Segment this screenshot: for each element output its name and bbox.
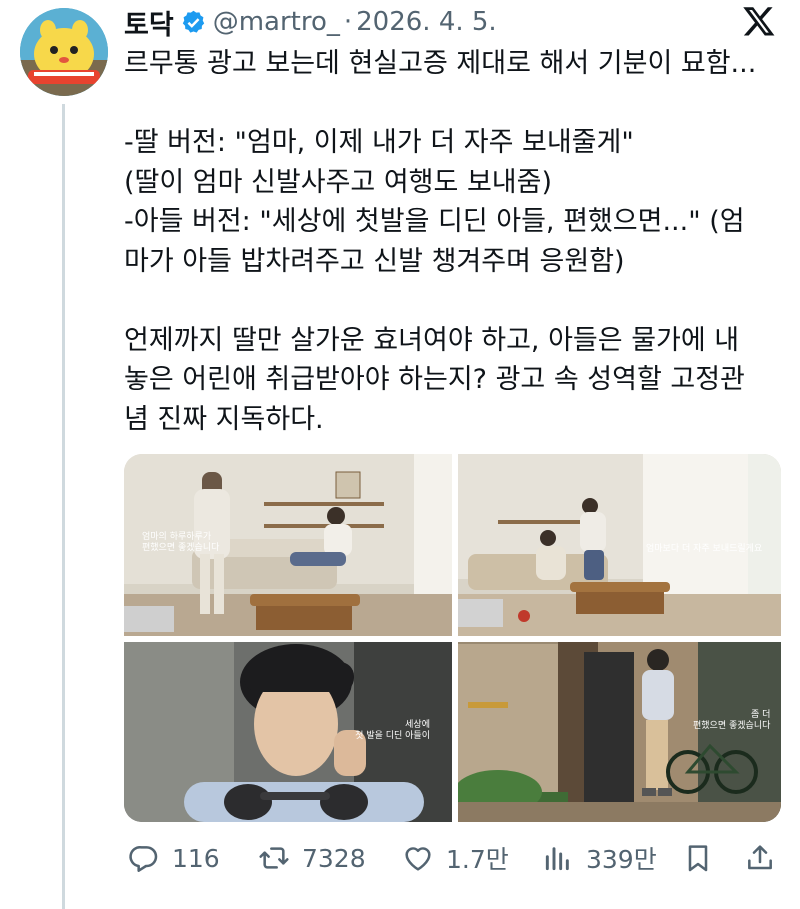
- repost-button[interactable]: 7328: [258, 836, 366, 880]
- tweet-line: -딸 버전: "엄마, 이제 내가 더 자주 보내줄게": [124, 127, 634, 158]
- x-logo-icon: [743, 7, 775, 36]
- view-count: 339만: [586, 845, 657, 874]
- caption-line: 좀 더: [750, 710, 771, 720]
- author-name[interactable]: 토닥: [124, 3, 174, 42]
- bookmark-button[interactable]: [682, 836, 714, 880]
- media-image-4[interactable]: 좀 더 편했으면 좋겠습니다: [458, 642, 781, 822]
- media-caption: 좀 더 편했으면 좋겠습니다: [693, 710, 770, 732]
- media-image-3[interactable]: 세상에 첫 발을 디딘 아들이: [124, 642, 452, 822]
- caption-line: 엄마보다 더 자주 보내드릴게요: [646, 544, 763, 554]
- avatar[interactable]: [20, 8, 108, 96]
- tweet-line: 마가 아들 밥차려주고 신발 챙겨주며 응원함): [124, 245, 625, 277]
- tweet-line: 념 진짜 지독하다.: [124, 403, 324, 435]
- caption-line: 편했으면 좋겠습니다: [142, 543, 220, 553]
- views-icon: [545, 847, 569, 871]
- tweet-line: -아들 버전: "세상에 첫발을 디딘 아들, 편했으면..." (엄: [124, 206, 745, 237]
- verified-badge-icon: [182, 10, 204, 33]
- tweet-line: 르무통 광고 보는데 현실고증 제대로 해서 기분이 묘함...: [124, 48, 757, 79]
- views-button[interactable]: 339만: [542, 836, 657, 880]
- media-grid: 엄마의 하루하루가 편했으면 좋겠습니다 엄마보다 더 자주 보내드릴게요 세상…: [124, 454, 781, 822]
- media-caption: 엄마보다 더 자주 보내드릴게요: [646, 544, 762, 555]
- like-button[interactable]: 1.7만: [402, 836, 509, 880]
- like-count: 1.7만: [446, 845, 509, 874]
- reply-icon: [129, 846, 158, 872]
- reply-button[interactable]: 116: [128, 836, 220, 880]
- media-image-2[interactable]: 엄마보다 더 자주 보내드릴게요: [458, 454, 781, 636]
- share-button[interactable]: [744, 836, 776, 880]
- post-date[interactable]: 2026. 4. 5.: [356, 7, 497, 37]
- thread-line: [62, 104, 65, 909]
- share-icon: [748, 845, 772, 870]
- bookmark-icon: [688, 845, 708, 872]
- repost-count: 7328: [302, 843, 366, 873]
- tweet-line: (딸이 엄마 신발사주고 여행도 보내줌): [124, 166, 552, 198]
- tweet-line: 언제까지 딸만 살가운 효녀여야 하고, 아들은 물가에 내: [124, 324, 740, 356]
- media-image-1[interactable]: 엄마의 하루하루가 편했으면 좋겠습니다: [124, 454, 452, 636]
- author-handle[interactable]: @martro_: [213, 7, 340, 37]
- like-icon: [405, 847, 431, 871]
- repost-icon: [259, 847, 289, 869]
- media-caption: 엄마의 하루하루가 편했으면 좋겠습니다: [142, 532, 219, 554]
- caption-line: 편했으면 좋겠습니다: [693, 721, 771, 731]
- action-bar: 116 7328 1.7만 339만: [124, 836, 784, 880]
- media-caption: 세상에 첫 발을 디딘 아들이: [355, 720, 430, 742]
- caption-line: 세상에: [405, 720, 430, 730]
- tweet-header: 토닥 @martro_ · 2026. 4. 5.: [124, 2, 497, 42]
- tweet-line: 놓은 어린애 취급받아야 하는지? 광고 속 성역할 고정관: [124, 364, 745, 395]
- caption-line: 엄마의 하루하루가: [142, 532, 212, 542]
- reply-count: 116: [172, 843, 220, 873]
- paragraph-spacer: [124, 84, 784, 124]
- tweet-text: 르무통 광고 보는데 현실고증 제대로 해서 기분이 묘함... -딸 버전: …: [124, 44, 784, 439]
- caption-line: 첫 발을 디딘 아들이: [355, 731, 430, 741]
- paragraph-spacer: [124, 281, 784, 321]
- header-separator: ·: [343, 7, 353, 37]
